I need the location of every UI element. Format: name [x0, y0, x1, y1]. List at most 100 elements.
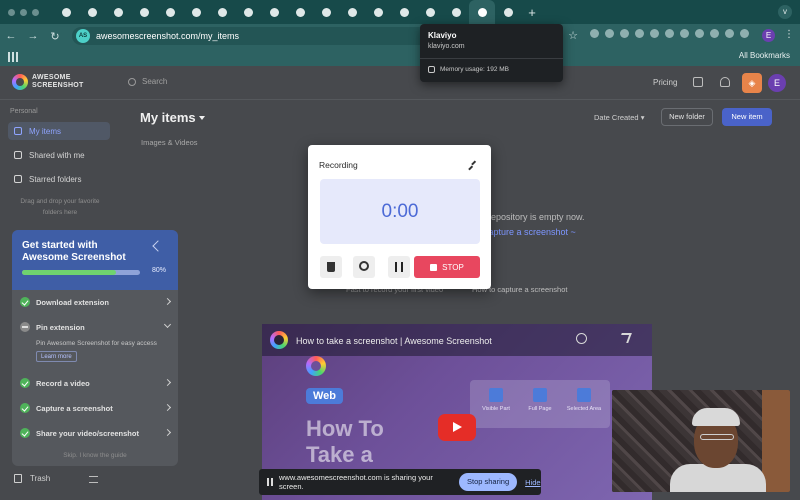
browser-menu-button[interactable]: ⋮: [784, 29, 794, 40]
stop-sharing-button[interactable]: Stop sharing: [459, 473, 518, 491]
webcam-icon: [359, 261, 369, 271]
new-item-button[interactable]: New item: [722, 108, 772, 126]
new-tab-button[interactable]: +: [521, 5, 543, 20]
pricing-link[interactable]: Pricing: [653, 78, 677, 87]
toggle-webcam-button[interactable]: [353, 256, 375, 278]
extension-icon[interactable]: [650, 29, 659, 38]
checklist-capture-screenshot[interactable]: Capture a screenshot: [20, 398, 172, 418]
tab-favicon-icon[interactable]: [183, 0, 209, 24]
sort-dropdown[interactable]: Date Created ▾: [594, 113, 644, 122]
sidebar-item-my-items[interactable]: My items: [8, 122, 110, 140]
feedback-icon[interactable]: [693, 77, 703, 87]
tab-favicon-icon[interactable]: [53, 0, 79, 24]
forward-button[interactable]: →: [22, 30, 44, 42]
new-folder-button[interactable]: New folder: [661, 108, 713, 126]
search-input[interactable]: Search: [142, 77, 167, 86]
bookmark-star-icon[interactable]: ☆: [562, 29, 584, 42]
empty-state-text: repository is empty now.: [488, 212, 585, 222]
extension-icon[interactable]: [680, 29, 689, 38]
extension-icon[interactable]: [605, 29, 614, 38]
tab-favicon-icon[interactable]: [79, 0, 105, 24]
skip-guide-link[interactable]: Skip. I know the guide: [12, 452, 178, 459]
search-icon: [128, 78, 136, 86]
tab-images-videos[interactable]: Images & Videos: [141, 138, 198, 147]
sidebar-item-starred-folders[interactable]: Starred folders: [8, 170, 110, 188]
tab-favicon-icon[interactable]: [235, 0, 261, 24]
extension-icon[interactable]: [635, 29, 644, 38]
tab-favicon-icon[interactable]: [495, 0, 521, 24]
collapse-sidebar-icon[interactable]: [89, 476, 98, 483]
user-avatar[interactable]: E: [768, 74, 786, 92]
extension-icon[interactable]: [695, 29, 704, 38]
learn-more-button[interactable]: Learn more: [36, 351, 77, 362]
option-label: Full Page: [528, 406, 552, 412]
notification-bell-icon[interactable]: [720, 77, 730, 87]
sidebar-item-shared-with-me[interactable]: Shared with me: [8, 146, 110, 164]
all-bookmarks-button[interactable]: All Bookmarks: [739, 51, 790, 60]
hover-card-title: Klaviyo: [428, 31, 457, 40]
tab-klaviyo-active[interactable]: [469, 0, 495, 24]
tab-favicon-icon[interactable]: [365, 0, 391, 24]
checklist-label: Capture a screenshot: [36, 403, 113, 413]
window-controls[interactable]: [8, 8, 39, 16]
trash-icon: [327, 262, 335, 272]
watch-later-icon[interactable]: [576, 333, 587, 344]
upgrade-button[interactable]: ◈: [742, 73, 762, 93]
tab-favicon-icon[interactable]: [131, 0, 157, 24]
channel-avatar-icon[interactable]: [270, 331, 288, 349]
tab-favicon-icon[interactable]: [209, 0, 235, 24]
checklist-pin-extension[interactable]: Pin extension: [20, 317, 172, 337]
pause-recording-button[interactable]: [388, 256, 410, 278]
tab-favicon-icon[interactable]: [157, 0, 183, 24]
brand-name[interactable]: AWESOME SCREENSHOT: [32, 74, 84, 90]
apps-grid-icon[interactable]: [8, 52, 18, 62]
site-info-icon[interactable]: AS: [76, 29, 90, 43]
hide-sharing-bar-button[interactable]: Hide: [525, 478, 540, 487]
tab-favicon-icon[interactable]: [105, 0, 131, 24]
checklist-label: Record a video: [36, 378, 90, 388]
tab-favicon-icon[interactable]: [391, 0, 417, 24]
video-title[interactable]: How to take a screenshot | Awesome Scree…: [296, 336, 492, 346]
extensions-puzzle-icon[interactable]: [725, 29, 734, 38]
back-button[interactable]: ←: [0, 30, 22, 42]
browser-profile-avatar[interactable]: E: [762, 29, 775, 42]
webcam-person-glasses: [700, 434, 734, 440]
checklist-record-video[interactable]: Record a video: [20, 373, 172, 393]
youtube-play-icon[interactable]: [438, 414, 476, 441]
tab-favicon-icon[interactable]: [313, 0, 339, 24]
stop-recording-button[interactable]: STOP: [414, 256, 480, 278]
sharing-text: www.awesomescreenshot.com is sharing you…: [279, 473, 433, 491]
tab-favicon-icon[interactable]: [443, 0, 469, 24]
tab-favicon-icon[interactable]: [339, 0, 365, 24]
tab-favicon-icon[interactable]: [261, 0, 287, 24]
reload-button[interactable]: ↻: [44, 30, 66, 43]
tab-search-button[interactable]: v: [778, 5, 792, 19]
share-icon[interactable]: [618, 333, 632, 343]
minimize-icon[interactable]: [152, 240, 164, 252]
sharing-pause-icon: [267, 478, 273, 486]
awesome-screenshot-logo[interactable]: [12, 74, 28, 90]
chevron-down-icon[interactable]: [199, 116, 205, 120]
address-bar[interactable]: AS awesomescreenshot.com/my_items: [72, 27, 432, 45]
sidebar-item-label: Starred folders: [29, 174, 82, 184]
users-icon: [14, 151, 22, 159]
sidebar-item-trash[interactable]: Trash: [14, 474, 50, 483]
capture-screenshot-link[interactable]: capture a screenshot ~: [484, 227, 576, 237]
collapse-icon[interactable]: [468, 161, 476, 169]
extension-icon[interactable]: [620, 29, 629, 38]
webcam-preview[interactable]: [612, 390, 790, 492]
page-title[interactable]: My items: [140, 110, 196, 125]
tab-favicon-icon[interactable]: [287, 0, 313, 24]
extension-icon[interactable]: [740, 29, 749, 38]
extension-icon[interactable]: [710, 29, 719, 38]
checklist-download-extension[interactable]: Download extension: [20, 292, 172, 312]
chevron-right-icon: [163, 378, 172, 387]
checklist-label: Share your video/screenshot: [36, 428, 139, 438]
url-text[interactable]: awesomescreenshot.com/my_items: [96, 31, 239, 41]
extension-icon[interactable]: [590, 29, 599, 38]
delete-recording-button[interactable]: [320, 256, 342, 278]
tab-favicon-icon[interactable]: [417, 0, 443, 24]
memory-icon: [428, 66, 435, 73]
checklist-share[interactable]: Share your video/screenshot: [20, 423, 172, 443]
extension-icon[interactable]: [665, 29, 674, 38]
